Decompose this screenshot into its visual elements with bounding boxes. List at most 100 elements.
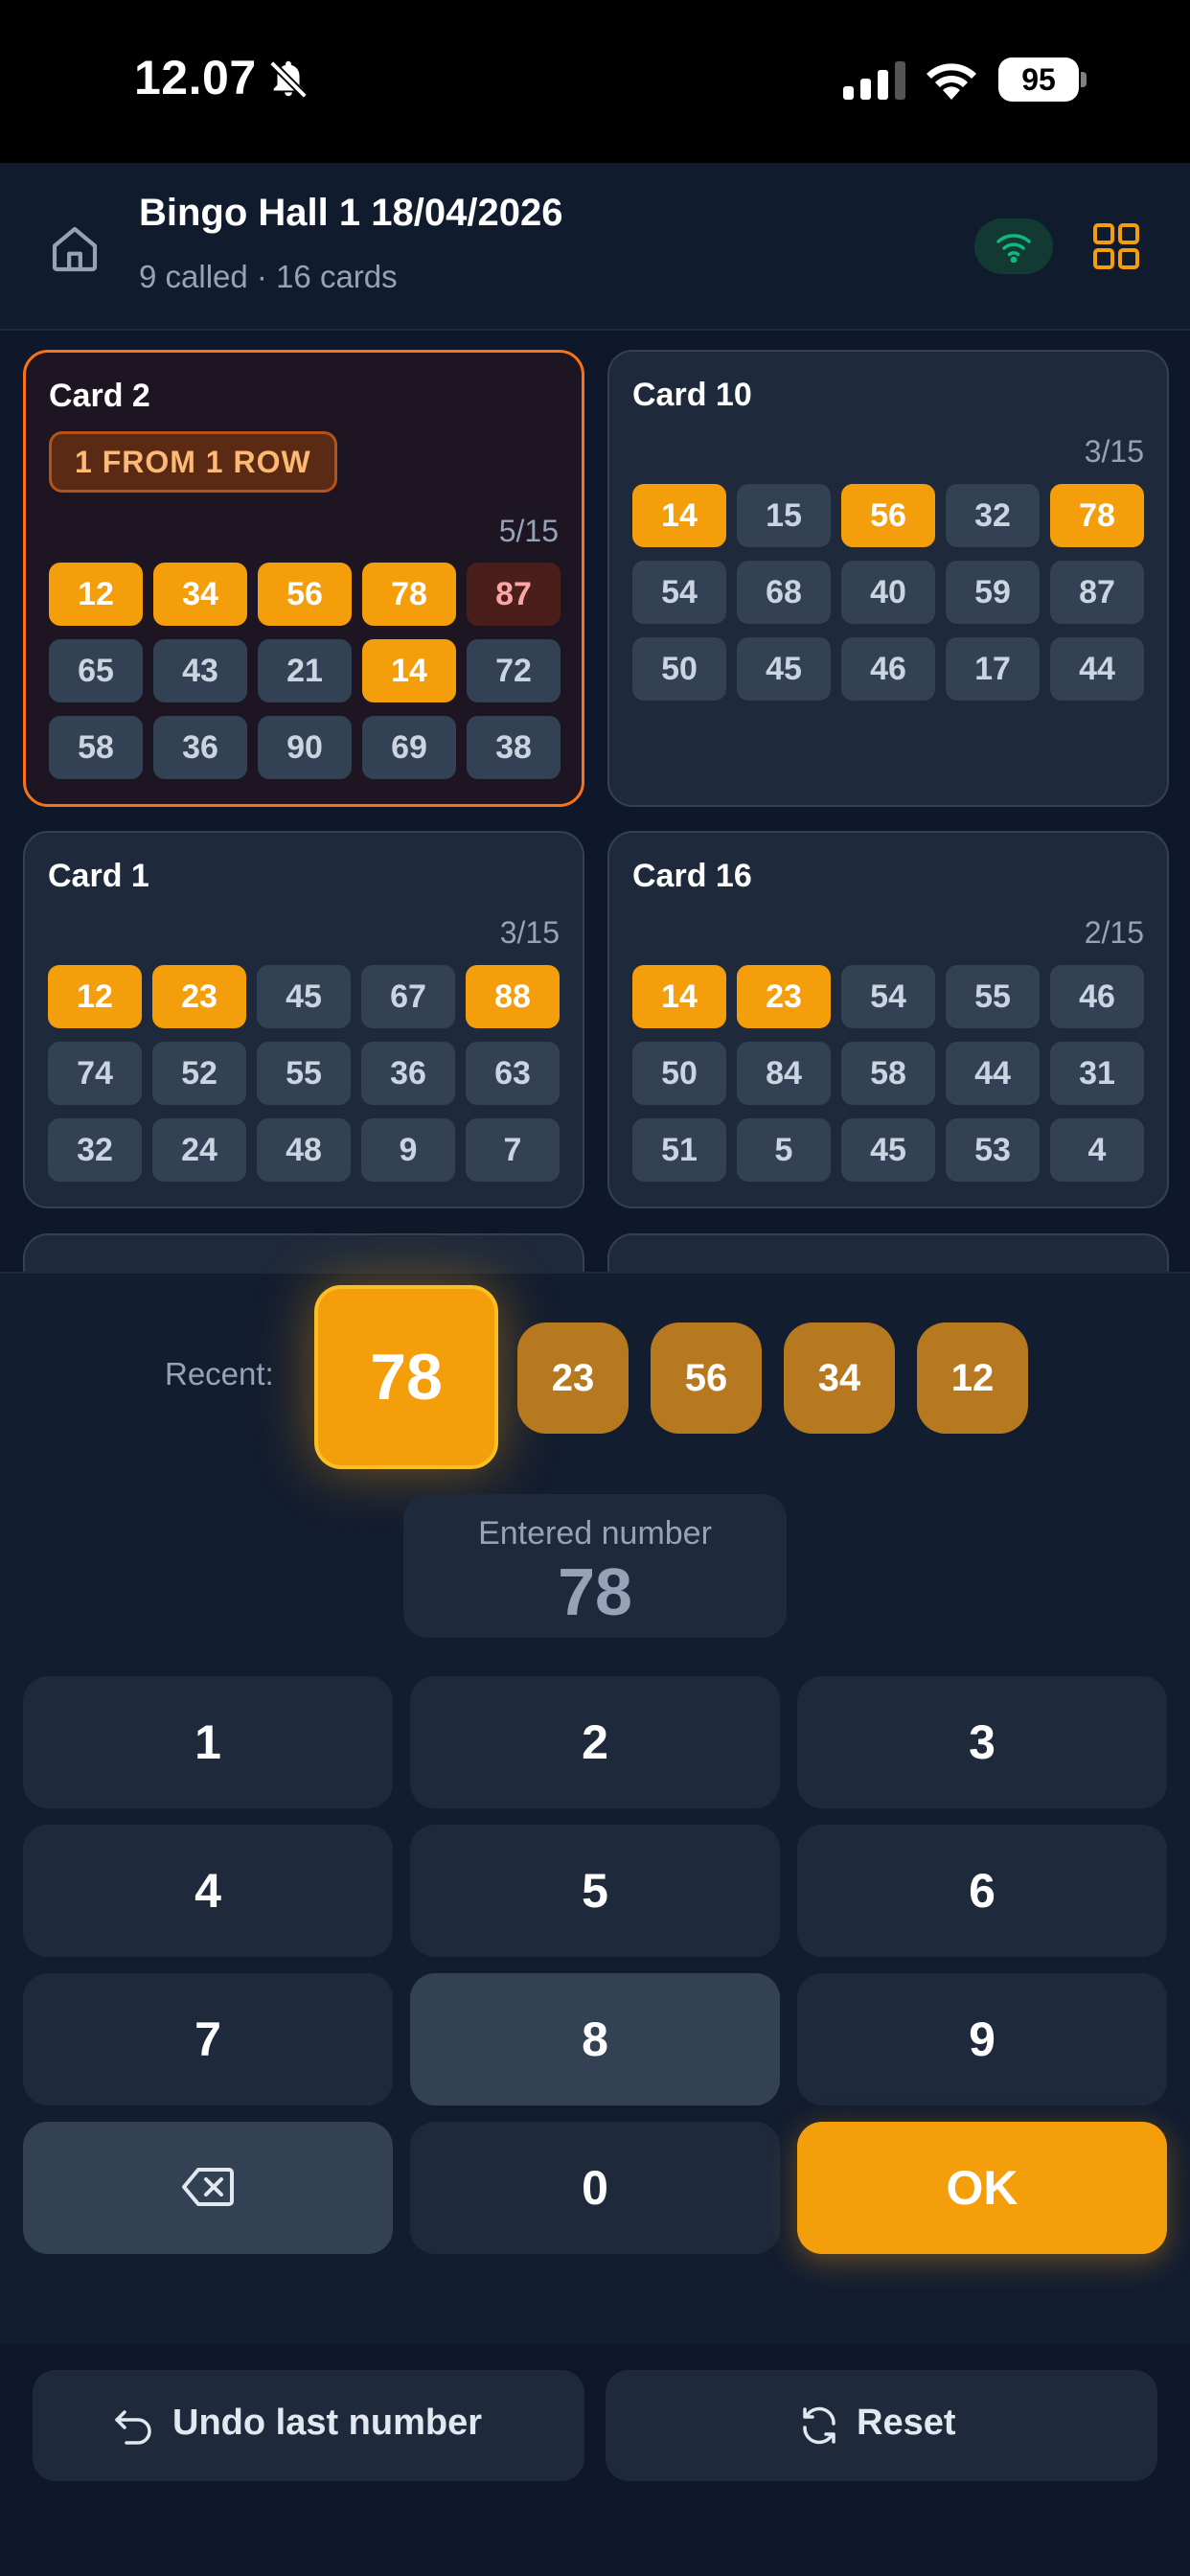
card-cell: 46 [1050, 965, 1144, 1028]
card-title: Card 10 [632, 377, 752, 413]
card-cell: 84 [737, 1042, 831, 1105]
card-cell: 67 [361, 965, 455, 1028]
key-0[interactable]: 0 [410, 2122, 780, 2254]
card-cell: 51 [632, 1118, 726, 1182]
card-cell: 36 [361, 1042, 455, 1105]
card-cell: 9 [361, 1118, 455, 1182]
key-6[interactable]: 6 [797, 1825, 1167, 1957]
bingo-card[interactable]: Card 16 2/15 14 23 54 55 46 50 84 58 44 … [607, 831, 1169, 1208]
card-count: 5/15 [498, 514, 559, 548]
card-cell: 17 [946, 637, 1040, 701]
card-cell: 87 [1050, 561, 1144, 624]
card-title: Card 1 [48, 858, 149, 894]
card-cell: 88 [466, 965, 560, 1028]
card-cell: 36 [153, 716, 247, 779]
app-header: Bingo Hall 1 18/04/2026 9 called · 16 ca… [0, 163, 1190, 331]
card-cell: 5 [737, 1118, 831, 1182]
entered-number-value: 78 [558, 1554, 632, 1629]
card-count: 3/15 [499, 915, 560, 950]
backspace-icon [182, 2168, 234, 2206]
card-cell: 34 [153, 563, 247, 626]
card-cell: 53 [946, 1118, 1040, 1182]
key-7[interactable]: 7 [23, 1973, 393, 2105]
card-cell: 54 [632, 561, 726, 624]
entered-number-display: Entered number 78 [403, 1494, 787, 1638]
card-cell: 32 [946, 484, 1040, 547]
status-time: 12.07 [134, 51, 257, 104]
undo-icon [115, 2410, 151, 2445]
recent-label: Recent: [165, 1356, 274, 1392]
grid-view-icon[interactable] [1092, 222, 1140, 270]
recent-number: 34 [784, 1322, 895, 1434]
card-cell: 72 [467, 639, 561, 702]
recent-number-latest: 78 [314, 1285, 498, 1469]
card-cell: 56 [841, 484, 935, 547]
battery-indicator: 95 [998, 58, 1087, 102]
reset-button[interactable]: Reset [606, 2370, 1157, 2481]
card-cell: 38 [467, 716, 561, 779]
bingo-card[interactable] [607, 1233, 1169, 1272]
backspace-button[interactable] [23, 2122, 393, 2254]
card-cell: 74 [48, 1042, 142, 1105]
card-cell: 87 [467, 563, 561, 626]
hall-title: Bingo Hall 1 18/04/2026 [139, 192, 563, 234]
card-cell: 14 [632, 965, 726, 1028]
key-3[interactable]: 3 [797, 1676, 1167, 1808]
key-8[interactable]: 8 [410, 1973, 780, 2105]
key-9[interactable]: 9 [797, 1973, 1167, 2105]
card-cell: 54 [841, 965, 935, 1028]
bingo-card[interactable] [23, 1233, 584, 1272]
card-title: Card 16 [632, 858, 752, 894]
card-cell: 69 [362, 716, 456, 779]
footer-actions: Undo last number Reset [0, 2345, 1190, 2576]
card-cell: 58 [49, 716, 143, 779]
card-cell: 23 [737, 965, 831, 1028]
recent-number: 12 [917, 1322, 1028, 1434]
card-cell: 56 [258, 563, 352, 626]
key-2[interactable]: 2 [410, 1676, 780, 1808]
card-cell: 50 [632, 637, 726, 701]
card-cell: 12 [49, 563, 143, 626]
card-cell: 78 [1050, 484, 1144, 547]
card-count: 2/15 [1084, 915, 1144, 950]
bingo-card[interactable]: Card 2 1 FROM 1 ROW 5/15 12 34 56 78 87 … [23, 350, 584, 807]
card-cell: 63 [466, 1042, 560, 1105]
card-cell: 46 [841, 637, 935, 701]
card-cell: 45 [841, 1118, 935, 1182]
card-cell: 24 [152, 1118, 246, 1182]
reset-label: Reset [857, 2403, 956, 2443]
number-entry-panel: Recent: 78 23 56 34 12 Entered number 78… [0, 1272, 1190, 2345]
bingo-card[interactable]: Card 1 3/15 12 23 45 67 88 74 52 55 36 6… [23, 831, 584, 1208]
card-cell: 23 [152, 965, 246, 1028]
card-cell: 32 [48, 1118, 142, 1182]
card-cell: 90 [258, 716, 352, 779]
key-4[interactable]: 4 [23, 1825, 393, 1957]
card-cell: 45 [257, 965, 351, 1028]
card-cell: 21 [258, 639, 352, 702]
card-cell: 15 [737, 484, 831, 547]
card-cell: 50 [632, 1042, 726, 1105]
card-cell: 44 [1050, 637, 1144, 701]
bell-off-icon [269, 60, 308, 99]
card-cell: 45 [737, 637, 831, 701]
cards-grid[interactable]: Card 2 1 FROM 1 ROW 5/15 12 34 56 78 87 … [0, 331, 1190, 1272]
ok-button[interactable]: OK [797, 2122, 1167, 2254]
hall-subtitle: 9 called · 16 cards [139, 259, 398, 294]
card-cell: 78 [362, 563, 456, 626]
undo-label: Undo last number [172, 2403, 483, 2443]
wifi-icon [996, 234, 1031, 263]
bingo-card[interactable]: Card 10 3/15 14 15 56 32 78 54 68 40 59 … [607, 350, 1169, 807]
card-cell: 44 [946, 1042, 1040, 1105]
card-cell: 52 [152, 1042, 246, 1105]
card-cell: 14 [632, 484, 726, 547]
card-cell: 59 [946, 561, 1040, 624]
card-cell: 7 [466, 1118, 560, 1182]
undo-button[interactable]: Undo last number [33, 2370, 584, 2481]
key-5[interactable]: 5 [410, 1825, 780, 1957]
card-cell: 40 [841, 561, 935, 624]
key-1[interactable]: 1 [23, 1676, 393, 1808]
recent-number: 23 [517, 1322, 629, 1434]
connection-status [974, 218, 1053, 274]
wifi-icon [927, 63, 976, 100]
home-icon[interactable] [48, 222, 102, 276]
